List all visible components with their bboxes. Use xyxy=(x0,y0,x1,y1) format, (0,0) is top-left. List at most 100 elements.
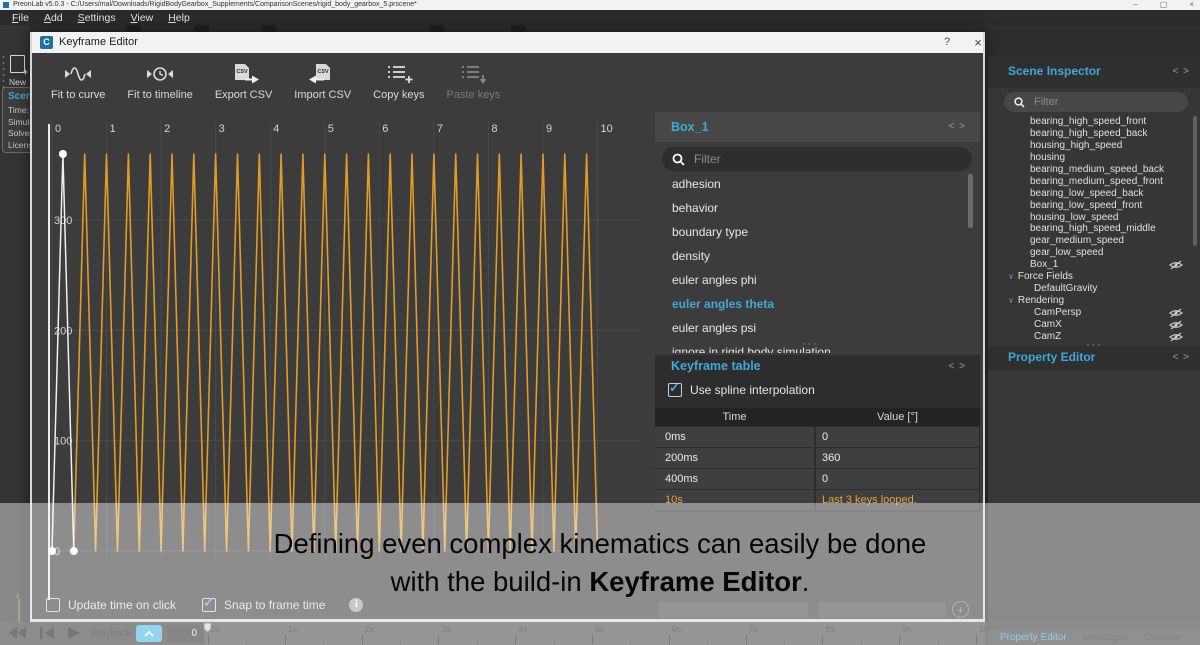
tree-item-defaultgravity[interactable]: DefaultGravity xyxy=(988,283,1193,295)
caption-text: Defining even complex kinematics can eas… xyxy=(0,525,1200,601)
keyframe-time-cell[interactable]: 200ms xyxy=(655,448,814,468)
tree-item-rendering[interactable]: ∨Rendering xyxy=(988,295,1193,307)
column-time: Time xyxy=(655,408,814,426)
copy-keys-button[interactable]: Copy keys xyxy=(362,58,435,101)
menu-help[interactable]: Help xyxy=(164,12,194,24)
code-toggle-icon[interactable]: < > xyxy=(949,121,966,132)
chevron-down-icon[interactable]: ∨ xyxy=(1008,272,1014,281)
menu-add[interactable]: Add xyxy=(40,12,67,24)
property-item[interactable]: euler angles phi xyxy=(655,268,980,292)
tree-item-bearing-medium-speed-front[interactable]: bearing_medium_speed_front xyxy=(988,176,1193,188)
keyframe-time-cell[interactable]: 0ms xyxy=(655,427,814,447)
tree-item-gear-medium-speed[interactable]: gear_medium_speed xyxy=(988,235,1193,247)
spline-checkbox[interactable] xyxy=(668,383,682,397)
object-name: Box_1 xyxy=(671,112,709,142)
tree-item-housing-low-speed[interactable]: housing_low_speed xyxy=(988,212,1193,224)
property-item[interactable]: density xyxy=(655,244,980,268)
toolbar-button-label: Copy keys xyxy=(373,89,424,101)
keyframe-value-cell[interactable]: 360 xyxy=(816,448,979,468)
app-icon xyxy=(3,2,9,8)
keyframe-curve-chart[interactable]: 0123456789103002001000 xyxy=(44,116,650,566)
toolbar-button-label: Fit to timeline xyxy=(127,89,192,101)
tree-item-bearing-high-speed-front[interactable]: bearing_high_speed_front xyxy=(988,116,1193,128)
keyframe-table-title: Keyframe table xyxy=(671,359,761,373)
svg-text:1: 1 xyxy=(110,123,116,135)
tree-item-label: DefaultGravity xyxy=(1034,283,1097,294)
close-icon[interactable]: × xyxy=(1189,0,1194,10)
keyframe-time-cell[interactable]: 400ms xyxy=(655,469,814,489)
object-header: Box_1 < > xyxy=(655,112,980,142)
tree-item-gear-low-speed[interactable]: gear_low_speed xyxy=(988,247,1193,259)
property-item[interactable]: euler angles psi xyxy=(655,316,980,340)
tree-item-label: CamPersp xyxy=(1034,307,1081,318)
tree-item-label: gear_low_speed xyxy=(1030,247,1103,258)
tree-item-bearing-high-speed-back[interactable]: bearing_high_speed_back xyxy=(988,128,1193,140)
tree-item-label: housing xyxy=(1030,152,1065,163)
tree-item-force-fields[interactable]: ∨Force Fields xyxy=(988,271,1193,283)
tree-item-box-1[interactable]: Box_1 xyxy=(988,259,1193,271)
code-toggle-icon[interactable]: < > xyxy=(949,361,966,372)
tree-item-label: bearing_medium_speed_front xyxy=(1030,176,1163,187)
splitter-handle[interactable]: ··· xyxy=(802,338,819,350)
code-toggle-icon[interactable]: < > xyxy=(1173,66,1190,77)
tree-item-bearing-medium-speed-back[interactable]: bearing_medium_speed_back xyxy=(988,164,1193,176)
keyframe-table-card: Keyframe table < > Use spline interpolat… xyxy=(655,355,980,512)
fit-to-timeline-button[interactable]: Fit to timeline xyxy=(116,58,203,101)
minimize-icon[interactable]: – xyxy=(1133,0,1137,10)
keyframe-row[interactable]: 400ms0 xyxy=(655,469,980,489)
visibility-off-icon[interactable] xyxy=(1169,332,1183,346)
help-icon[interactable]: ? xyxy=(937,32,957,53)
property-item[interactable]: euler angles theta xyxy=(655,292,980,316)
svg-text:3: 3 xyxy=(219,123,225,135)
fit-timeline-icon xyxy=(145,62,175,86)
keyframe-row[interactable]: 200ms360 xyxy=(655,448,980,468)
toolbar-icon-partial xyxy=(511,25,526,32)
preonlab-app: PreonLab v5.0.3 - C:/Users/mal/Downloads… xyxy=(0,0,1200,645)
menu-view[interactable]: View xyxy=(127,12,158,24)
menu-file[interactable]: File xyxy=(8,12,33,24)
tree-item-label: housing_high_speed xyxy=(1030,140,1122,151)
new-label: New xyxy=(9,77,29,87)
import-csv-button[interactable]: CSVImport CSV xyxy=(283,58,362,101)
new-scene-button[interactable]: New xyxy=(9,55,29,85)
keyframe-row[interactable]: 0ms0 xyxy=(655,427,980,447)
menu-settings[interactable]: Settings xyxy=(74,12,120,24)
property-item[interactable]: boundary type xyxy=(655,220,980,244)
window-title: PreonLab v5.0.3 - C:/Users/mal/Downloads… xyxy=(13,0,417,10)
window-titlebar[interactable]: PreonLab v5.0.3 - C:/Users/mal/Downloads… xyxy=(0,0,1200,10)
export-csv-button[interactable]: CSVExport CSV xyxy=(204,58,283,101)
spline-interpolation-row: Use spline interpolation xyxy=(668,383,815,397)
property-item[interactable]: adhesion xyxy=(655,172,980,196)
dialog-titlebar[interactable]: C Keyframe Editor ? × xyxy=(32,32,983,53)
keyframe-value-cell[interactable]: 0 xyxy=(816,469,979,489)
keyframe-value-cell[interactable]: 0 xyxy=(816,427,979,447)
tree-item-label: gear_medium_speed xyxy=(1030,235,1124,246)
svg-text:7: 7 xyxy=(437,123,443,135)
property-editor-title: Property Editor xyxy=(1008,350,1095,364)
toolbar-icon-partial xyxy=(429,25,444,32)
tree-item-housing-high-speed[interactable]: housing_high_speed xyxy=(988,140,1193,152)
tree-item-bearing-low-speed-front[interactable]: bearing_low_speed_front xyxy=(988,200,1193,212)
tree-item-campersp[interactable]: CamPersp xyxy=(988,307,1193,319)
tree-item-label: CamZ xyxy=(1034,331,1061,342)
chevron-down-icon[interactable]: ∨ xyxy=(1008,296,1014,305)
tree-item-bearing-high-speed-middle[interactable]: bearing_high_speed_middle xyxy=(988,223,1193,235)
scene-filter-input[interactable] xyxy=(1032,95,1158,109)
new-document-icon xyxy=(10,55,25,73)
keyframe-table-header: Time Value [°] xyxy=(655,408,980,426)
dialog-title: Keyframe Editor xyxy=(59,32,138,53)
property-item[interactable]: behavior xyxy=(655,196,980,220)
tree-item-label: Box_1 xyxy=(1030,259,1058,270)
property-list-scrollbar[interactable] xyxy=(968,174,973,228)
maximize-icon[interactable]: ▢ xyxy=(1160,0,1168,10)
property-filter-input[interactable] xyxy=(692,151,906,167)
fit-to-curve-button[interactable]: Fit to curve xyxy=(40,58,116,101)
tree-item-bearing-low-speed-back[interactable]: bearing_low_speed_back xyxy=(988,188,1193,200)
svg-text:CSV: CSV xyxy=(317,69,329,75)
svg-text:0: 0 xyxy=(55,123,61,135)
tree-item-housing[interactable]: housing xyxy=(988,152,1193,164)
code-toggle-icon[interactable]: < > xyxy=(1173,352,1190,363)
scene-tree-scrollbar[interactable] xyxy=(1193,116,1197,246)
tree-item-camx[interactable]: CamX xyxy=(988,319,1193,331)
dialog-close-icon[interactable]: × xyxy=(968,32,988,53)
